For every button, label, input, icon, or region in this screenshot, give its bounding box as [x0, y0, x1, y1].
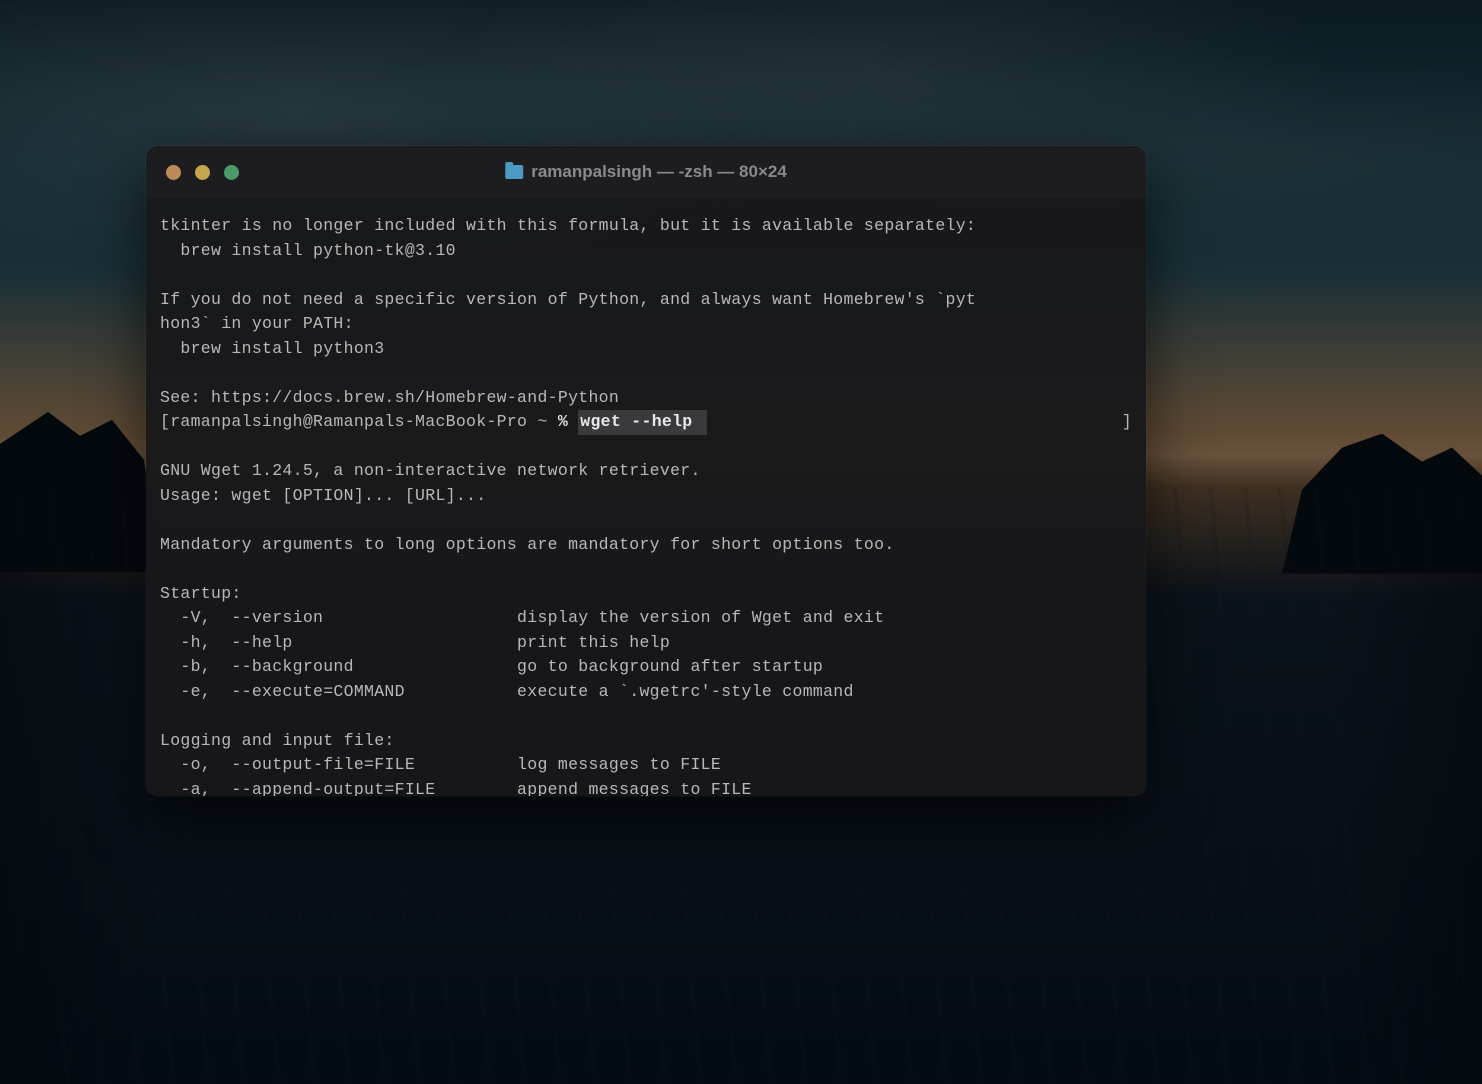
- prompt-command[interactable]: wget --help: [578, 410, 706, 435]
- terminal-line: brew install python-tk@3.10: [160, 241, 456, 260]
- minimize-button[interactable]: [195, 165, 210, 180]
- terminal-line: -e, --execute=COMMAND execute a `.wgetrc…: [160, 682, 854, 701]
- prompt-symbol: %: [558, 410, 578, 435]
- terminal-line: -o, --output-file=FILE log messages to F…: [160, 755, 721, 774]
- terminal-line: tkinter is no longer included with this …: [160, 216, 976, 235]
- terminal-line: See: https://docs.brew.sh/Homebrew-and-P…: [160, 388, 619, 407]
- terminal-line: Mandatory arguments to long options are …: [160, 535, 895, 554]
- terminal-line: -a, --append-output=FILE append messages…: [160, 780, 752, 797]
- terminal-line: -b, --background go to background after …: [160, 657, 823, 676]
- title-bar[interactable]: ramanpalsingh — -zsh — 80×24: [146, 146, 1146, 198]
- prompt-close-bracket: ]: [1122, 410, 1132, 435]
- terminal-window[interactable]: ramanpalsingh — -zsh — 80×24 tkinter is …: [146, 146, 1146, 796]
- terminal-content[interactable]: tkinter is no longer included with this …: [146, 198, 1146, 796]
- terminal-line: brew install python3: [160, 339, 384, 358]
- terminal-line: Startup:: [160, 584, 242, 603]
- close-button[interactable]: [166, 165, 181, 180]
- terminal-line: hon3` in your PATH:: [160, 314, 354, 333]
- prompt-open-bracket: [: [160, 410, 170, 435]
- traffic-lights: [146, 165, 239, 180]
- terminal-line: If you do not need a specific version of…: [160, 290, 976, 309]
- terminal-line: Usage: wget [OPTION]... [URL]...: [160, 486, 486, 505]
- maximize-button[interactable]: [224, 165, 239, 180]
- terminal-line: -V, --version display the version of Wge…: [160, 608, 884, 627]
- terminal-line: GNU Wget 1.24.5, a non-interactive netwo…: [160, 461, 701, 480]
- folder-icon: [505, 165, 523, 179]
- window-title: ramanpalsingh — -zsh — 80×24: [505, 162, 787, 182]
- terminal-line: Logging and input file:: [160, 731, 395, 750]
- window-title-text: ramanpalsingh — -zsh — 80×24: [531, 162, 787, 182]
- prompt-user-host: ramanpalsingh@Ramanpals-MacBook-Pro ~: [170, 410, 558, 435]
- prompt-line: [ramanpalsingh@Ramanpals-MacBook-Pro ~ %…: [160, 410, 1132, 435]
- terminal-line: -h, --help print this help: [160, 633, 670, 652]
